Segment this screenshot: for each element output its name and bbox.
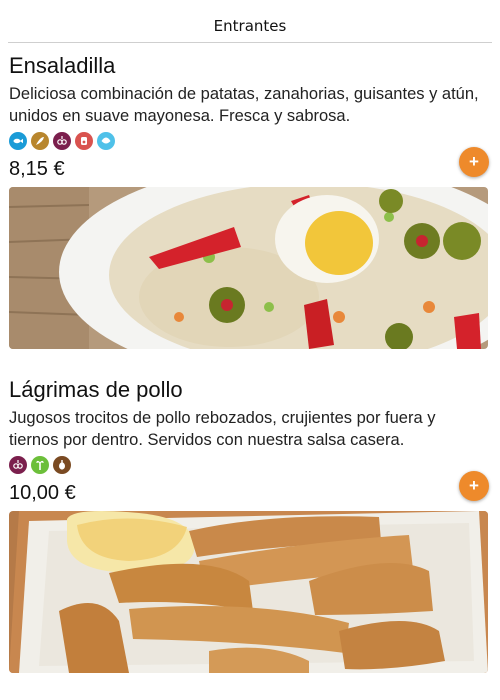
section-title: Entrantes xyxy=(213,17,287,35)
add-to-cart-button[interactable]: + xyxy=(459,147,489,177)
dish-description: Deliciosa combinación de patatas, zanaho… xyxy=(9,85,479,125)
sulphites-icon xyxy=(53,132,71,150)
dish-card[interactable]: Lágrimas de pollo Jugosos trocitos de po… xyxy=(9,377,489,673)
egg-icon xyxy=(75,132,93,150)
mustard-icon xyxy=(31,132,49,150)
allergen-list xyxy=(9,132,489,150)
fish-icon xyxy=(9,132,27,150)
add-to-cart-button[interactable]: + xyxy=(459,471,489,501)
price-row: 10,00 € + xyxy=(9,471,489,509)
ensaladilla-photo xyxy=(9,187,488,349)
dish-price: 10,00 € xyxy=(9,482,76,504)
dish-card[interactable]: Ensaladilla Deliciosa combinación de pat… xyxy=(9,53,489,349)
sulphites-icon xyxy=(9,456,27,474)
celery-icon xyxy=(31,456,49,474)
dish-description: Jugosos trocitos de pollo rebozados, cru… xyxy=(9,409,436,449)
section-header: Entrantes xyxy=(0,0,500,43)
header-divider xyxy=(8,42,492,43)
shellfish-icon xyxy=(97,132,115,150)
dish-name: Lágrimas de pollo xyxy=(9,377,183,402)
gluten-icon xyxy=(53,456,71,474)
price-row: 8,15 € + xyxy=(9,147,489,185)
dish-price: 8,15 € xyxy=(9,158,65,180)
chicken-strips-photo xyxy=(9,511,488,673)
allergen-list xyxy=(9,456,489,474)
dish-name: Ensaladilla xyxy=(9,53,116,78)
